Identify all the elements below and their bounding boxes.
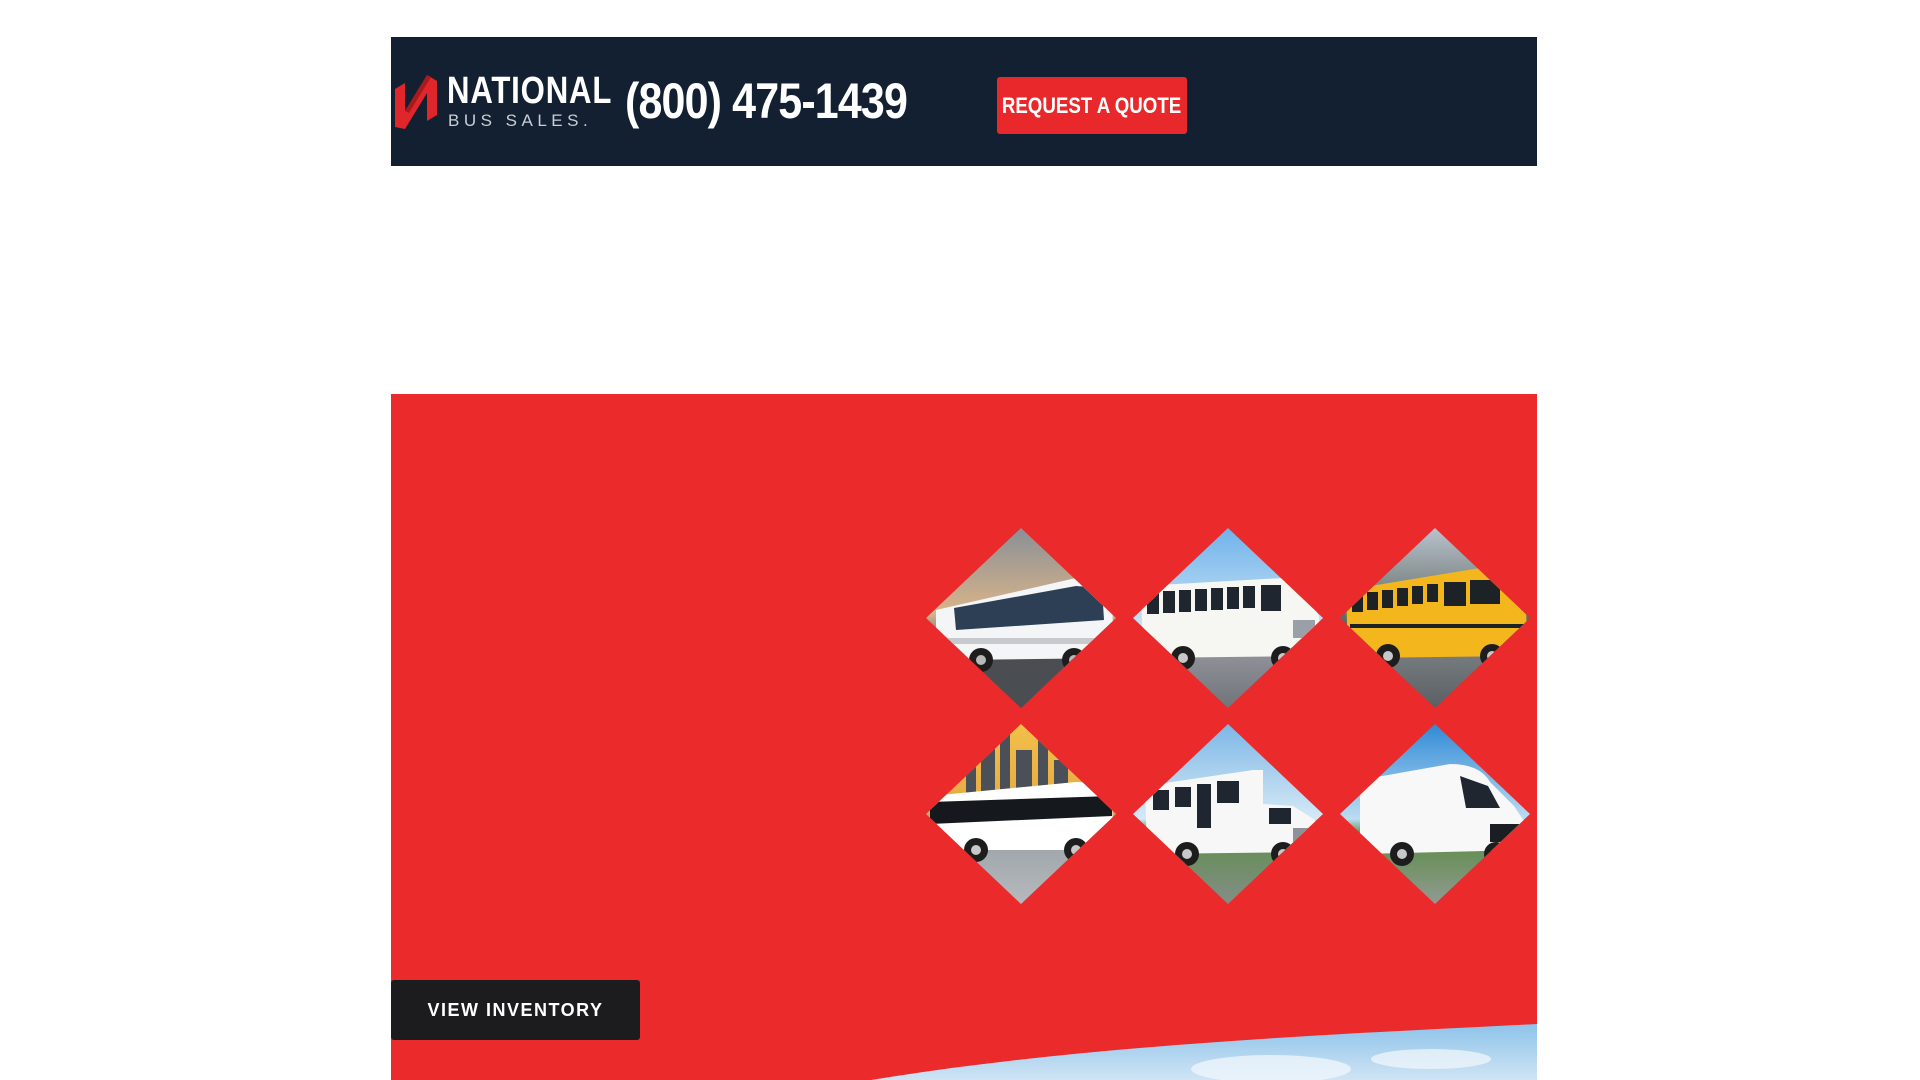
page: NATIONAL BUS SALES. (800) 475-1439 REQUE…	[0, 0, 1920, 1080]
site-logo[interactable]: NATIONAL BUS SALES.	[391, 65, 611, 141]
phone-number-link[interactable]: (800) 475-1439	[625, 73, 908, 129]
view-inventory-label: VIEW INVENTORY	[427, 999, 604, 1020]
activity-bus-icon[interactable]	[1133, 528, 1323, 718]
hero-section: VIEW INVENTORY	[391, 394, 1537, 1080]
luxury-coach-icon[interactable]	[926, 724, 1116, 914]
request-quote-button[interactable]: REQUEST A QUOTE	[997, 77, 1187, 134]
motorcoach-bus-icon[interactable]	[926, 528, 1116, 718]
request-quote-label: REQUEST A QUOTE	[1002, 92, 1182, 118]
bus-category-grid	[926, 528, 1537, 914]
national-logo-mark-icon	[395, 75, 437, 129]
site-header: NATIONAL BUS SALES. (800) 475-1439 REQUE…	[391, 37, 1537, 166]
view-inventory-button[interactable]: VIEW INVENTORY	[391, 980, 640, 1040]
school-bus-icon[interactable]	[1340, 528, 1530, 718]
logo-name: NATIONAL	[447, 70, 613, 112]
shuttle-bus-icon[interactable]	[1133, 724, 1323, 914]
logo-subtitle: BUS SALES.	[448, 111, 593, 130]
cargo-van-icon[interactable]	[1340, 724, 1530, 914]
